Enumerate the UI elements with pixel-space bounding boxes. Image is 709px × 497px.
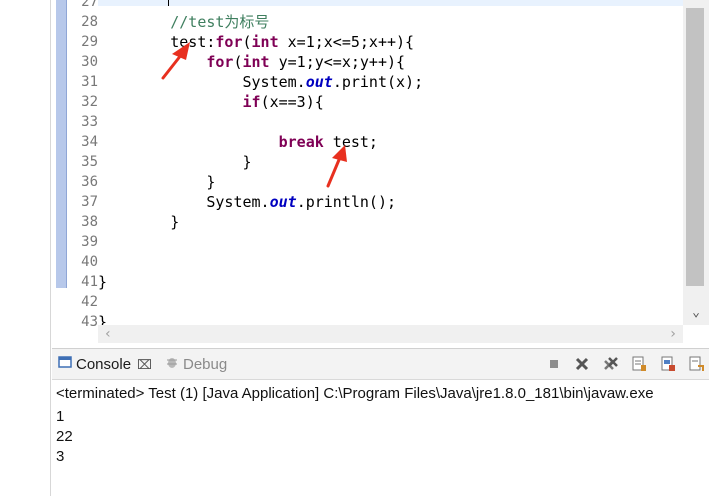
view-tab-bar: Console ⌧ Debug [52, 349, 709, 380]
pin-console-icon[interactable] [659, 355, 677, 373]
code-token: System. [206, 193, 270, 211]
code-token: for [206, 53, 234, 71]
code-token: } [170, 213, 180, 231]
window-left-edge [0, 0, 51, 496]
code-token: ( [233, 53, 243, 71]
close-icon[interactable]: ⌧ [137, 355, 152, 375]
code-token: int [251, 33, 279, 51]
debug-icon [165, 355, 179, 375]
code-line[interactable]: System.out.print(x); [98, 72, 424, 92]
code-line[interactable]: } [98, 172, 215, 192]
remove-all-icon[interactable] [602, 355, 620, 373]
line-number: 41 [81, 274, 98, 290]
tab-debug[interactable]: Debug [165, 355, 227, 375]
line-number: 43 [81, 314, 98, 330]
code-line[interactable]: System.out.println(); [98, 192, 396, 212]
scroll-down-icon[interactable]: ⌄ [683, 303, 709, 323]
code-token: } [242, 153, 252, 171]
code-line[interactable]: test:for(int x=1;x<=5;x++){ [98, 32, 414, 52]
code-line[interactable]: break test; [98, 132, 378, 152]
line-number: 36 [81, 174, 98, 190]
console-panel: Console ⌧ Debug <terminated> Test (1) [Ja… [52, 348, 709, 497]
output-line-1: 1 [56, 408, 65, 425]
line-number: 38 [81, 214, 98, 230]
vertical-scrollbar[interactable]: ⌄ [683, 0, 709, 325]
code-token: //test为标号 [170, 13, 270, 31]
line-number: 31 [81, 74, 98, 90]
code-token: out [269, 193, 297, 211]
console-status-line: <terminated> Test (1) [Java Application]… [56, 385, 654, 402]
console-output[interactable]: <terminated> Test (1) [Java Application]… [52, 380, 709, 497]
code-token: } [98, 273, 108, 291]
line-number-gutter: 27 28 29 30 31 32 33 34 35 36 37 38 39 40 41 42 43 [66, 0, 98, 340]
code-token: out [305, 73, 333, 91]
code-token: break [278, 133, 324, 151]
scroll-right-icon[interactable]: › [665, 325, 681, 343]
line-number: 40 [81, 254, 98, 270]
code-token: for [215, 33, 243, 51]
output-line-2: 22 [56, 428, 73, 445]
scroll-left-icon[interactable]: ‹ [100, 325, 116, 343]
line-number: 42 [81, 294, 98, 310]
code-line[interactable]: for(int y=1;y<=x;y++){ [98, 52, 405, 72]
code-token: if [242, 93, 261, 111]
code-line[interactable]: } [98, 212, 179, 232]
output-line-3: 3 [56, 448, 65, 465]
line-number: 35 [81, 154, 98, 170]
code-token: ( [242, 33, 252, 51]
display-console-icon[interactable] [687, 355, 705, 373]
scroll-lock-icon[interactable] [630, 355, 648, 373]
code-line[interactable]: //test为标号 [98, 12, 269, 32]
line-number: 33 [81, 114, 98, 130]
tab-debug-label: Debug [183, 356, 228, 373]
terminate-icon[interactable] [545, 355, 563, 373]
code-token: .print(x); [332, 73, 424, 91]
code-token: } [206, 173, 216, 191]
line-number: 30 [81, 54, 98, 70]
code-line[interactable]: } [98, 272, 107, 292]
code-token: test: [170, 33, 216, 51]
remove-launch-icon[interactable] [573, 355, 591, 373]
code-token: y=1;y<=x;y++){ [269, 53, 406, 71]
line-number: 37 [81, 194, 98, 210]
code-token: int [242, 53, 270, 71]
line-number: 29 [81, 34, 98, 50]
line-number: 27 [81, 0, 98, 10]
tab-console-label: Console [76, 356, 132, 373]
code-editor[interactable]: 27 28 29 30 31 32 33 34 35 36 37 38 39 40 41 42 43 //tes… [52, 0, 709, 345]
code-token: .println(); [296, 193, 397, 211]
code-token: (x==3){ [260, 93, 324, 111]
code-token: test; [323, 133, 378, 151]
line-number: 39 [81, 234, 98, 250]
code-line[interactable]: } [98, 152, 252, 172]
code-line[interactable]: if(x==3){ [98, 92, 324, 112]
horizontal-scrollbar[interactable]: ‹ › [98, 325, 683, 343]
line-number: 32 [81, 94, 98, 110]
code-lines[interactable]: //test为标号 test:for(int x=1;x<=5;x++){ fo… [98, 0, 683, 340]
code-token: System. [242, 73, 306, 91]
console-toolbar [539, 355, 705, 375]
vertical-scroll-thumb[interactable] [686, 8, 704, 286]
code-token: x=1;x<=5;x++){ [278, 33, 415, 51]
tab-console[interactable]: Console ⌧ [58, 355, 152, 375]
line-number: 34 [81, 134, 98, 150]
console-icon [58, 355, 72, 375]
line-number: 28 [81, 14, 98, 30]
